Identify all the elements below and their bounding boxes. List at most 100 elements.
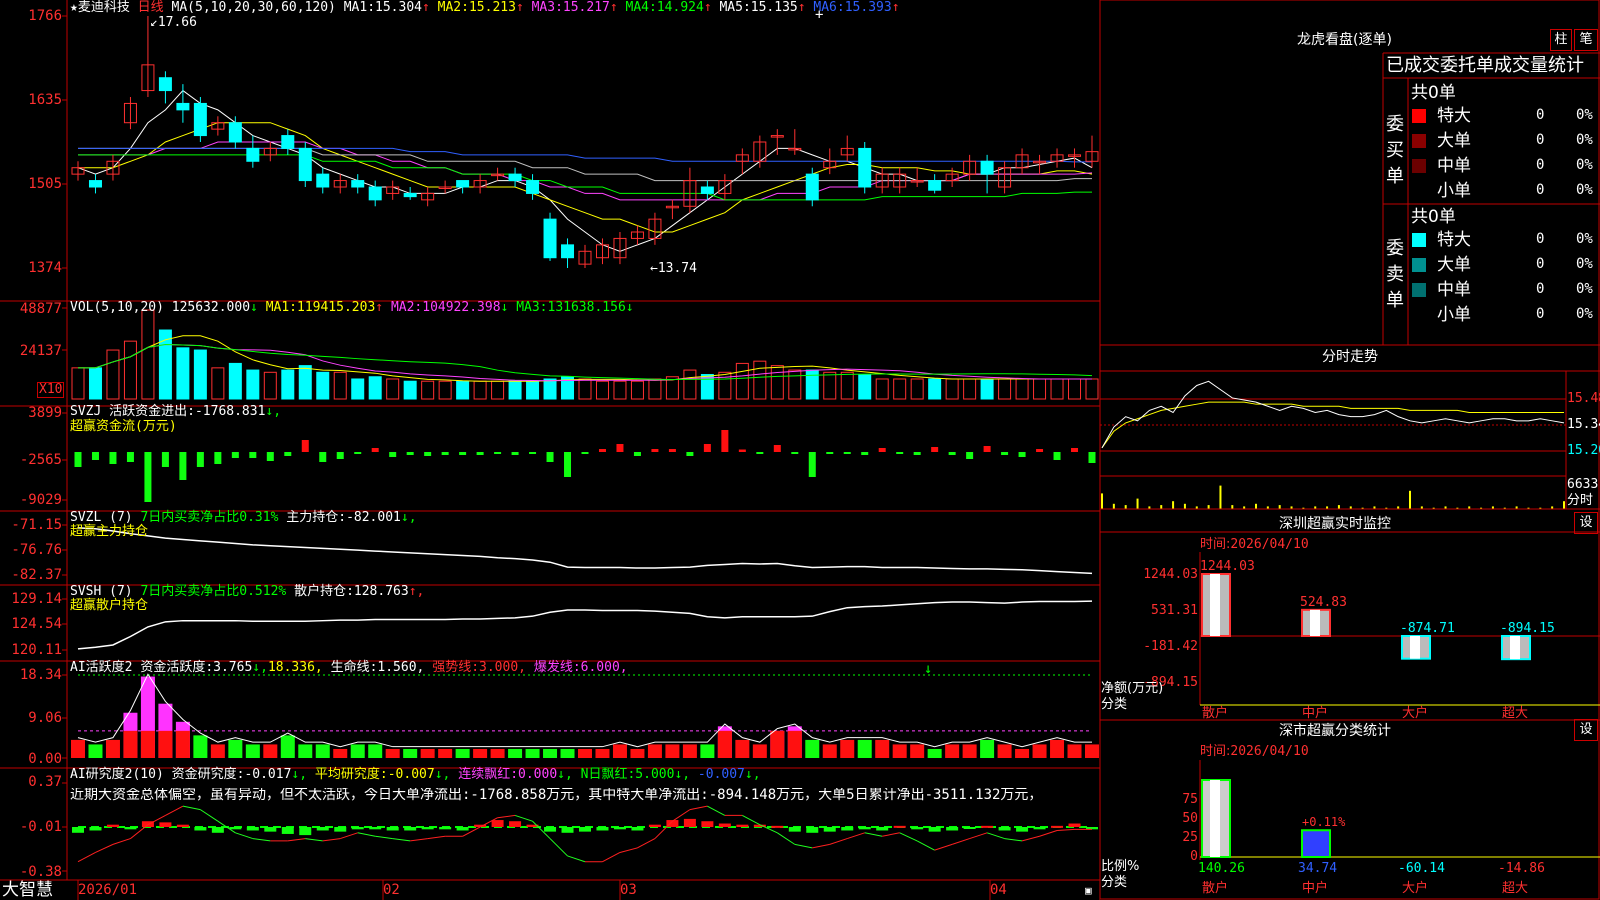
dragon-title: 龙虎看盘(逐单) [1297, 32, 1392, 48]
fund-flow-bar [651, 449, 659, 452]
monitor-bar-value: 1244.03 [1200, 559, 1255, 574]
sell-row-swatch [1412, 258, 1426, 272]
research-bar [386, 827, 399, 831]
activity-bar [840, 739, 855, 758]
fund-flow-bar [319, 452, 327, 462]
ma5-key: MA5: [719, 0, 751, 15]
svsh-param: (7) [109, 584, 133, 599]
volume-bar [281, 369, 295, 400]
monitor-bar-value: -874.71 [1400, 621, 1455, 636]
fund-flow-bar [826, 452, 834, 454]
fund-flow-bar [266, 452, 274, 461]
ai-act-k3: 生命线: [330, 660, 378, 675]
classify-bar-中户 [1301, 829, 1331, 858]
lock-icon[interactable]: ▣ [1085, 884, 1092, 898]
fund-flow-bar [861, 452, 869, 455]
volume-bar [176, 347, 190, 400]
research-line-segment [969, 832, 988, 840]
activity-bar [1050, 739, 1065, 758]
tick-mode-button[interactable]: 笔 [1574, 29, 1598, 51]
research-line-segment [619, 847, 638, 853]
research-line-segment [549, 838, 568, 857]
activity-bar [88, 744, 103, 758]
sell-row-pct: 0% [1576, 231, 1593, 247]
classify-category-label: 散户 [1202, 881, 1229, 896]
svzl-param: (7) [109, 510, 133, 525]
volume-bar [263, 371, 277, 400]
vol-ma2-value: 104922.398 [422, 300, 501, 315]
activity-bar [245, 744, 260, 758]
activity-bar [473, 748, 488, 758]
svsh-desc: 7日内买卖净占比 [140, 584, 240, 599]
ai-act-d1: ↓, [252, 660, 268, 675]
research-line-segment [934, 843, 953, 851]
research-bar [421, 827, 434, 830]
classify-y-3: 25 [1182, 830, 1198, 845]
research-bar [911, 827, 924, 830]
fund-flow-bar [214, 452, 222, 464]
intraday-title: 分时走势 [1322, 349, 1378, 365]
candle-body [700, 186, 714, 194]
monitor-time-row: 时间:2026/04/10 [1200, 538, 1309, 552]
fund-flow-bar [144, 452, 152, 502]
candle-body [805, 173, 819, 201]
dragon-header: 已成交委托单成交量统计 [1386, 55, 1584, 76]
candle-body [858, 147, 872, 188]
volume-bar [246, 369, 260, 400]
fund-flow-bar [773, 445, 781, 452]
candle-body [193, 102, 207, 137]
monitor-settings-button[interactable]: 设 [1574, 512, 1598, 534]
volume-bar [578, 378, 592, 400]
activity-bar [333, 748, 348, 758]
ma-line-5 [78, 147, 1092, 182]
research-line-segment [1057, 828, 1075, 831]
research-line-segment [637, 838, 656, 849]
fund-flow-bar [336, 452, 344, 459]
classify-xlabel: 分类 [1101, 875, 1128, 890]
monitor-bar-value: 524.83 [1300, 594, 1347, 610]
fund-flow-bar [371, 448, 379, 452]
activity-bar [525, 748, 540, 758]
fund-flow-bar [179, 452, 187, 480]
crosshair-icon: + [815, 7, 824, 23]
buy-row-swatch [1412, 134, 1426, 148]
activity-bar [997, 744, 1012, 758]
fund-flow-bar [738, 449, 746, 452]
activity-bar [438, 748, 453, 758]
research-bar [648, 824, 661, 827]
activity-bar [385, 748, 400, 758]
fund-flow-bar [1071, 448, 1079, 452]
research-bar [981, 825, 994, 828]
svzl-y-tick-2: -76.76 [11, 542, 62, 558]
classify-bar-value: 34.74 [1298, 861, 1338, 876]
classify-settings-button[interactable]: 设 [1574, 719, 1598, 741]
fund-flow-bar [284, 452, 292, 456]
classify-y-1: 75 [1182, 792, 1198, 807]
research-bar [928, 827, 941, 832]
svzj-header: SVZJ 活跃资金进出:-1768.831↓, [70, 405, 281, 419]
fund-flow-bar [529, 452, 537, 454]
fund-flow-bar [476, 452, 484, 455]
research-bar [544, 827, 557, 832]
volume-bar [648, 378, 662, 400]
fund-flow-bar [808, 452, 816, 477]
svzj-value: -1768.831 [194, 404, 266, 419]
research-bar [1051, 825, 1064, 828]
vol-value: 125632.000 [171, 300, 251, 315]
fund-flow-bar [354, 452, 362, 454]
vol-y-tick-2: 24137 [19, 343, 62, 359]
left-chart-canvas[interactable]: ↓ [0, 0, 1100, 900]
svsh-arrow: ↑, [408, 584, 425, 599]
ai-res-k4: N日飘红: [580, 767, 636, 782]
bar-mode-button[interactable]: 柱 [1550, 29, 1572, 51]
ai-res-y-tick-3: -0.38 [19, 864, 62, 880]
volume-bar [158, 329, 172, 400]
intraday-y-3: 15.20 [1567, 443, 1600, 458]
intraday-chart[interactable] [1100, 371, 1566, 509]
fund-flow-bar [126, 452, 134, 462]
activity-bar [927, 748, 942, 758]
star-icon[interactable]: ★ [70, 0, 78, 15]
period-label[interactable]: 日线 [138, 0, 164, 15]
fund-flow-bar [231, 452, 239, 458]
ai-res-d5: ↓, [744, 767, 761, 782]
